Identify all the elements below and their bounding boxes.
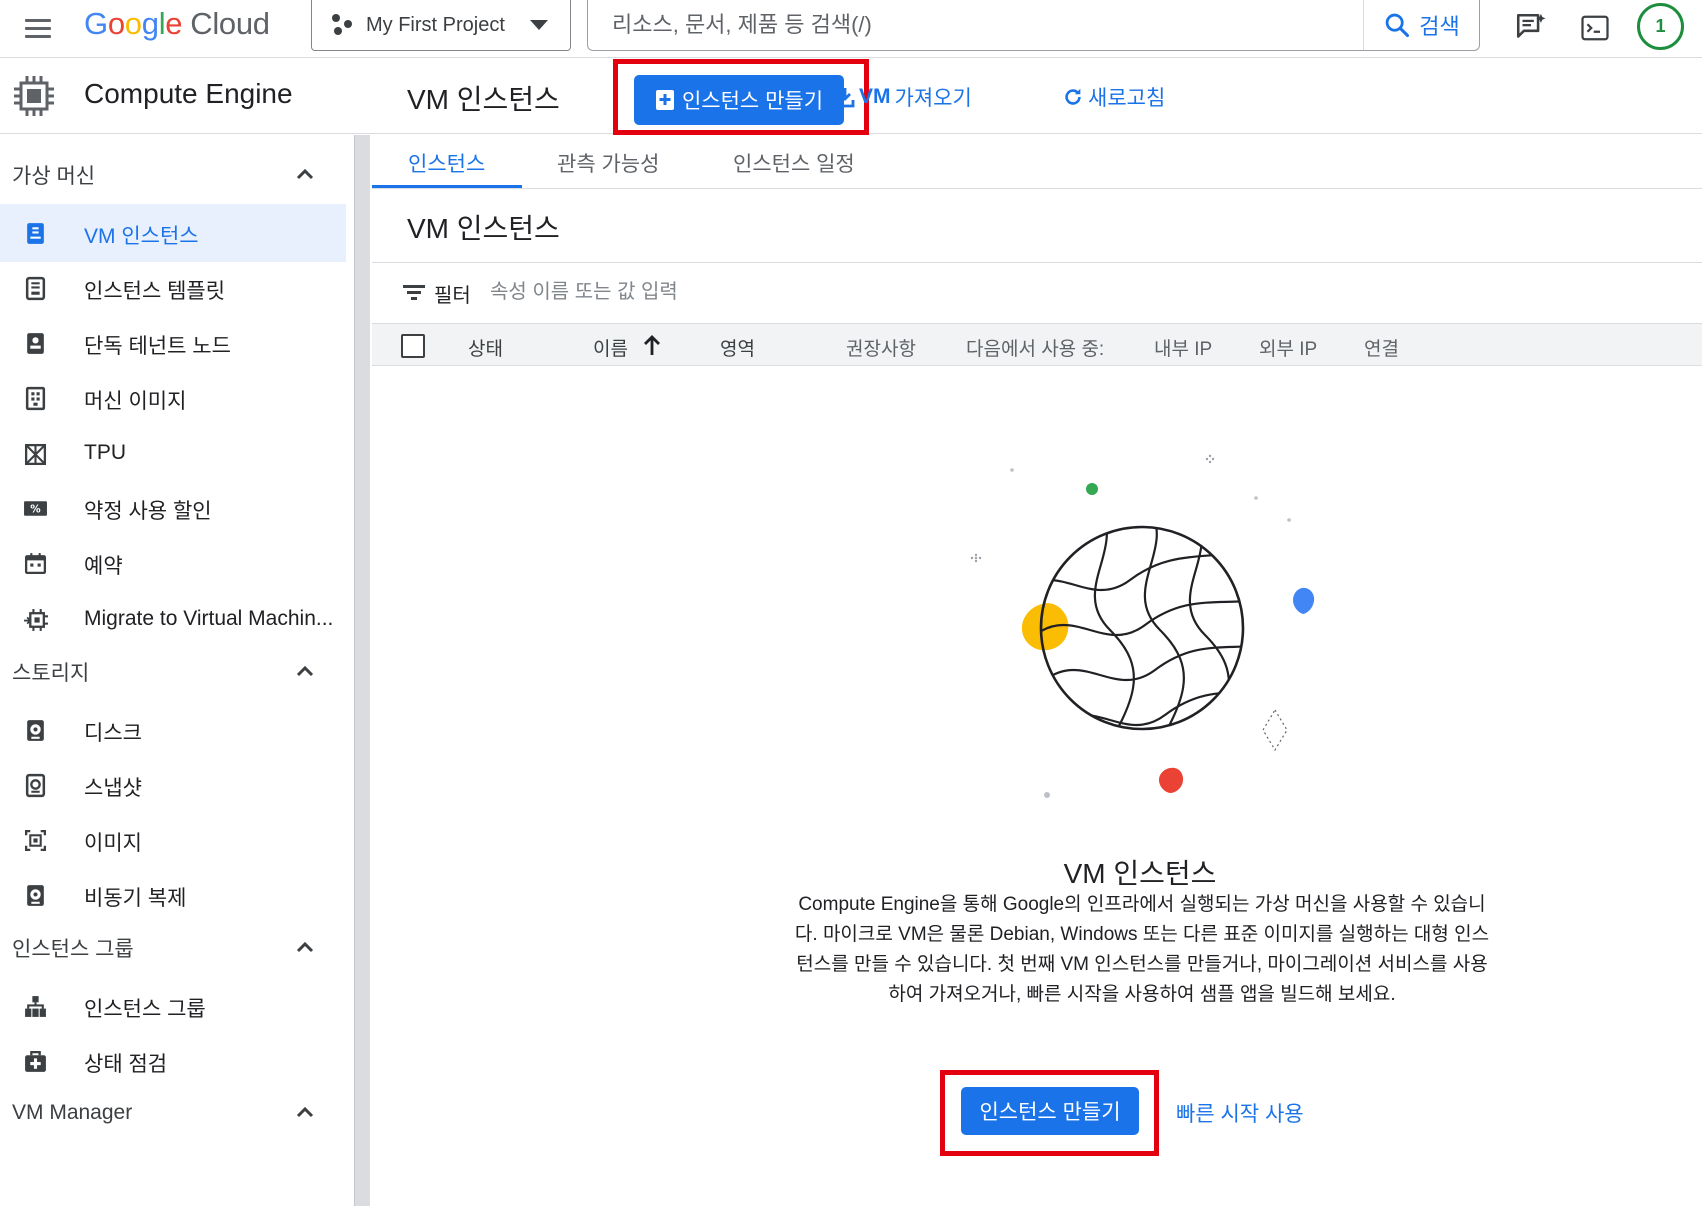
machine-image-icon xyxy=(25,386,46,411)
svg-text:%: % xyxy=(30,504,41,516)
snapshot-icon xyxy=(25,773,46,798)
column-zone[interactable]: 영역 xyxy=(720,334,755,361)
health-check-icon xyxy=(25,1050,46,1072)
column-status[interactable]: 상태 xyxy=(468,334,503,361)
sidebar-item-images[interactable]: 이미지 xyxy=(0,811,346,869)
image-icon xyxy=(24,829,47,852)
disk-icon xyxy=(27,720,44,741)
sidebar-item-async-replication[interactable]: 비동기 복제 xyxy=(0,866,346,924)
import-vm-link[interactable]: VM 가져오기 xyxy=(835,82,972,112)
sidebar-item-snapshots[interactable]: 스냅샷 xyxy=(0,756,346,814)
sidebar-item-disks[interactable]: 디스크 xyxy=(0,701,346,759)
sidebar-item-instance-groups[interactable]: 인스턴스 그룹 xyxy=(0,977,346,1035)
download-icon xyxy=(835,88,855,108)
tab-instances[interactable]: 인스턴스 xyxy=(408,148,485,178)
empty-state-illustration xyxy=(970,454,1315,798)
vm-instance-icon xyxy=(27,223,44,244)
column-internal-ip[interactable]: 내부 IP xyxy=(1154,334,1212,361)
sidebar-nav: 가상 머신 VM 인스턴스 인스턴스 템플릿 단독 테넌트 노드 머신 이미지 … xyxy=(0,135,352,1206)
tab-observability[interactable]: 관측 가능성 xyxy=(557,148,659,178)
product-title: Compute Engine xyxy=(84,78,293,109)
section-instance-groups[interactable]: 인스턴스 그룹 xyxy=(0,923,346,973)
tab-instance-schedules[interactable]: 인스턴스 일정 xyxy=(733,148,855,178)
column-recommendations[interactable]: 권장사항 xyxy=(846,334,916,361)
chevron-up-icon xyxy=(296,1106,314,1118)
column-connect[interactable]: 연결 xyxy=(1364,334,1399,361)
select-all-checkbox[interactable] xyxy=(401,334,425,358)
caret-down-icon xyxy=(530,20,548,30)
filter-input[interactable] xyxy=(490,273,1190,311)
top-bar: GoogleCloud My First Project 검색 1 xyxy=(0,0,1702,58)
highlight-box xyxy=(613,59,869,135)
cloud-shell-icon[interactable] xyxy=(1575,8,1615,48)
section-virtual-machines[interactable]: 가상 머신 xyxy=(0,150,346,200)
table-header: 상태 이름 영역 권장사항 다음에서 사용 중: 내부 IP 외부 IP 연결 xyxy=(372,323,1702,366)
gemini-chat-icon[interactable] xyxy=(1511,8,1551,48)
sidebar-item-tpu[interactable]: TPU xyxy=(0,425,346,483)
search-button[interactable]: 검색 xyxy=(1363,0,1479,50)
section-vm-manager[interactable]: VM Manager xyxy=(0,1088,346,1138)
sole-tenant-icon xyxy=(27,333,44,354)
page-title: VM 인스턴스 xyxy=(407,84,560,115)
project-picker[interactable]: My First Project xyxy=(311,0,571,51)
filter-label: 필터 xyxy=(434,285,471,307)
highlight-box-bottom xyxy=(940,1070,1159,1156)
filter-icon[interactable] xyxy=(403,283,425,301)
refresh-link[interactable]: 새로고침 xyxy=(1062,82,1165,112)
chevron-up-icon xyxy=(296,941,314,953)
refresh-icon xyxy=(1065,88,1081,105)
sidebar-item-vm-instances[interactable]: VM 인스턴스 xyxy=(0,204,346,262)
sidebar-item-machine-images[interactable]: 머신 이미지 xyxy=(0,369,346,427)
empty-state-title: VM 인스턴스 xyxy=(1063,858,1217,889)
tab-bar: 인스턴스 관측 가능성 인스턴스 일정 xyxy=(372,135,1702,189)
search-icon xyxy=(1385,13,1410,38)
account-avatar[interactable]: 1 xyxy=(1637,3,1684,50)
tpu-icon xyxy=(24,443,47,466)
active-tab-indicator xyxy=(372,185,522,188)
empty-state-description: Compute Engine을 통해 Google의 인프라에서 실행되는 가상… xyxy=(794,894,1490,1005)
column-name[interactable]: 이름 xyxy=(593,334,628,361)
sidebar-item-instance-templates[interactable]: 인스턴스 템플릿 xyxy=(0,259,346,317)
quickstart-link[interactable]: 빠른 시작 사용 xyxy=(1176,1098,1304,1128)
chevron-up-icon xyxy=(296,665,314,677)
section-storage[interactable]: 스토리지 xyxy=(0,647,346,697)
discount-icon: % xyxy=(24,501,47,516)
sidebar-item-health-checks[interactable]: 상태 점검 xyxy=(0,1032,346,1090)
sort-ascending-icon[interactable] xyxy=(642,333,662,357)
column-in-use-by[interactable]: 다음에서 사용 중: xyxy=(966,334,1104,361)
project-name: My First Project xyxy=(366,13,505,36)
sidebar-item-reservations[interactable]: 예약 xyxy=(0,534,346,592)
calendar-icon xyxy=(24,553,47,575)
main-menu-icon[interactable] xyxy=(22,12,54,44)
instance-group-icon xyxy=(25,996,46,1017)
section-title: VM 인스턴스 xyxy=(407,213,560,244)
template-icon xyxy=(25,276,46,301)
chevron-up-icon xyxy=(296,168,314,180)
search-bar: 검색 xyxy=(587,0,1480,51)
search-button-label: 검색 xyxy=(1419,14,1460,39)
migrate-icon xyxy=(24,609,48,631)
sidebar-item-sole-tenant-nodes[interactable]: 단독 테넌트 노드 xyxy=(0,314,346,372)
search-input[interactable] xyxy=(588,0,1363,50)
compute-engine-icon xyxy=(14,76,54,116)
sidebar-item-committed-use-discounts[interactable]: % 약정 사용 할인 xyxy=(0,479,346,537)
column-external-ip[interactable]: 외부 IP xyxy=(1259,334,1317,361)
sidebar-scrollbar[interactable] xyxy=(354,135,370,1206)
product-header: Compute Engine xyxy=(0,58,372,134)
sidebar-item-migrate[interactable]: Migrate to Virtual Machin... xyxy=(0,591,346,649)
google-cloud-logo[interactable]: Google Cloud xyxy=(84,6,270,42)
filter-bar: 필터 xyxy=(372,263,1702,323)
async-replication-icon xyxy=(27,885,44,906)
page-header: VM 인스턴스 인스턴스 만들기 VM 가져오기 새로고침 xyxy=(372,58,1702,135)
project-icon xyxy=(332,14,354,36)
